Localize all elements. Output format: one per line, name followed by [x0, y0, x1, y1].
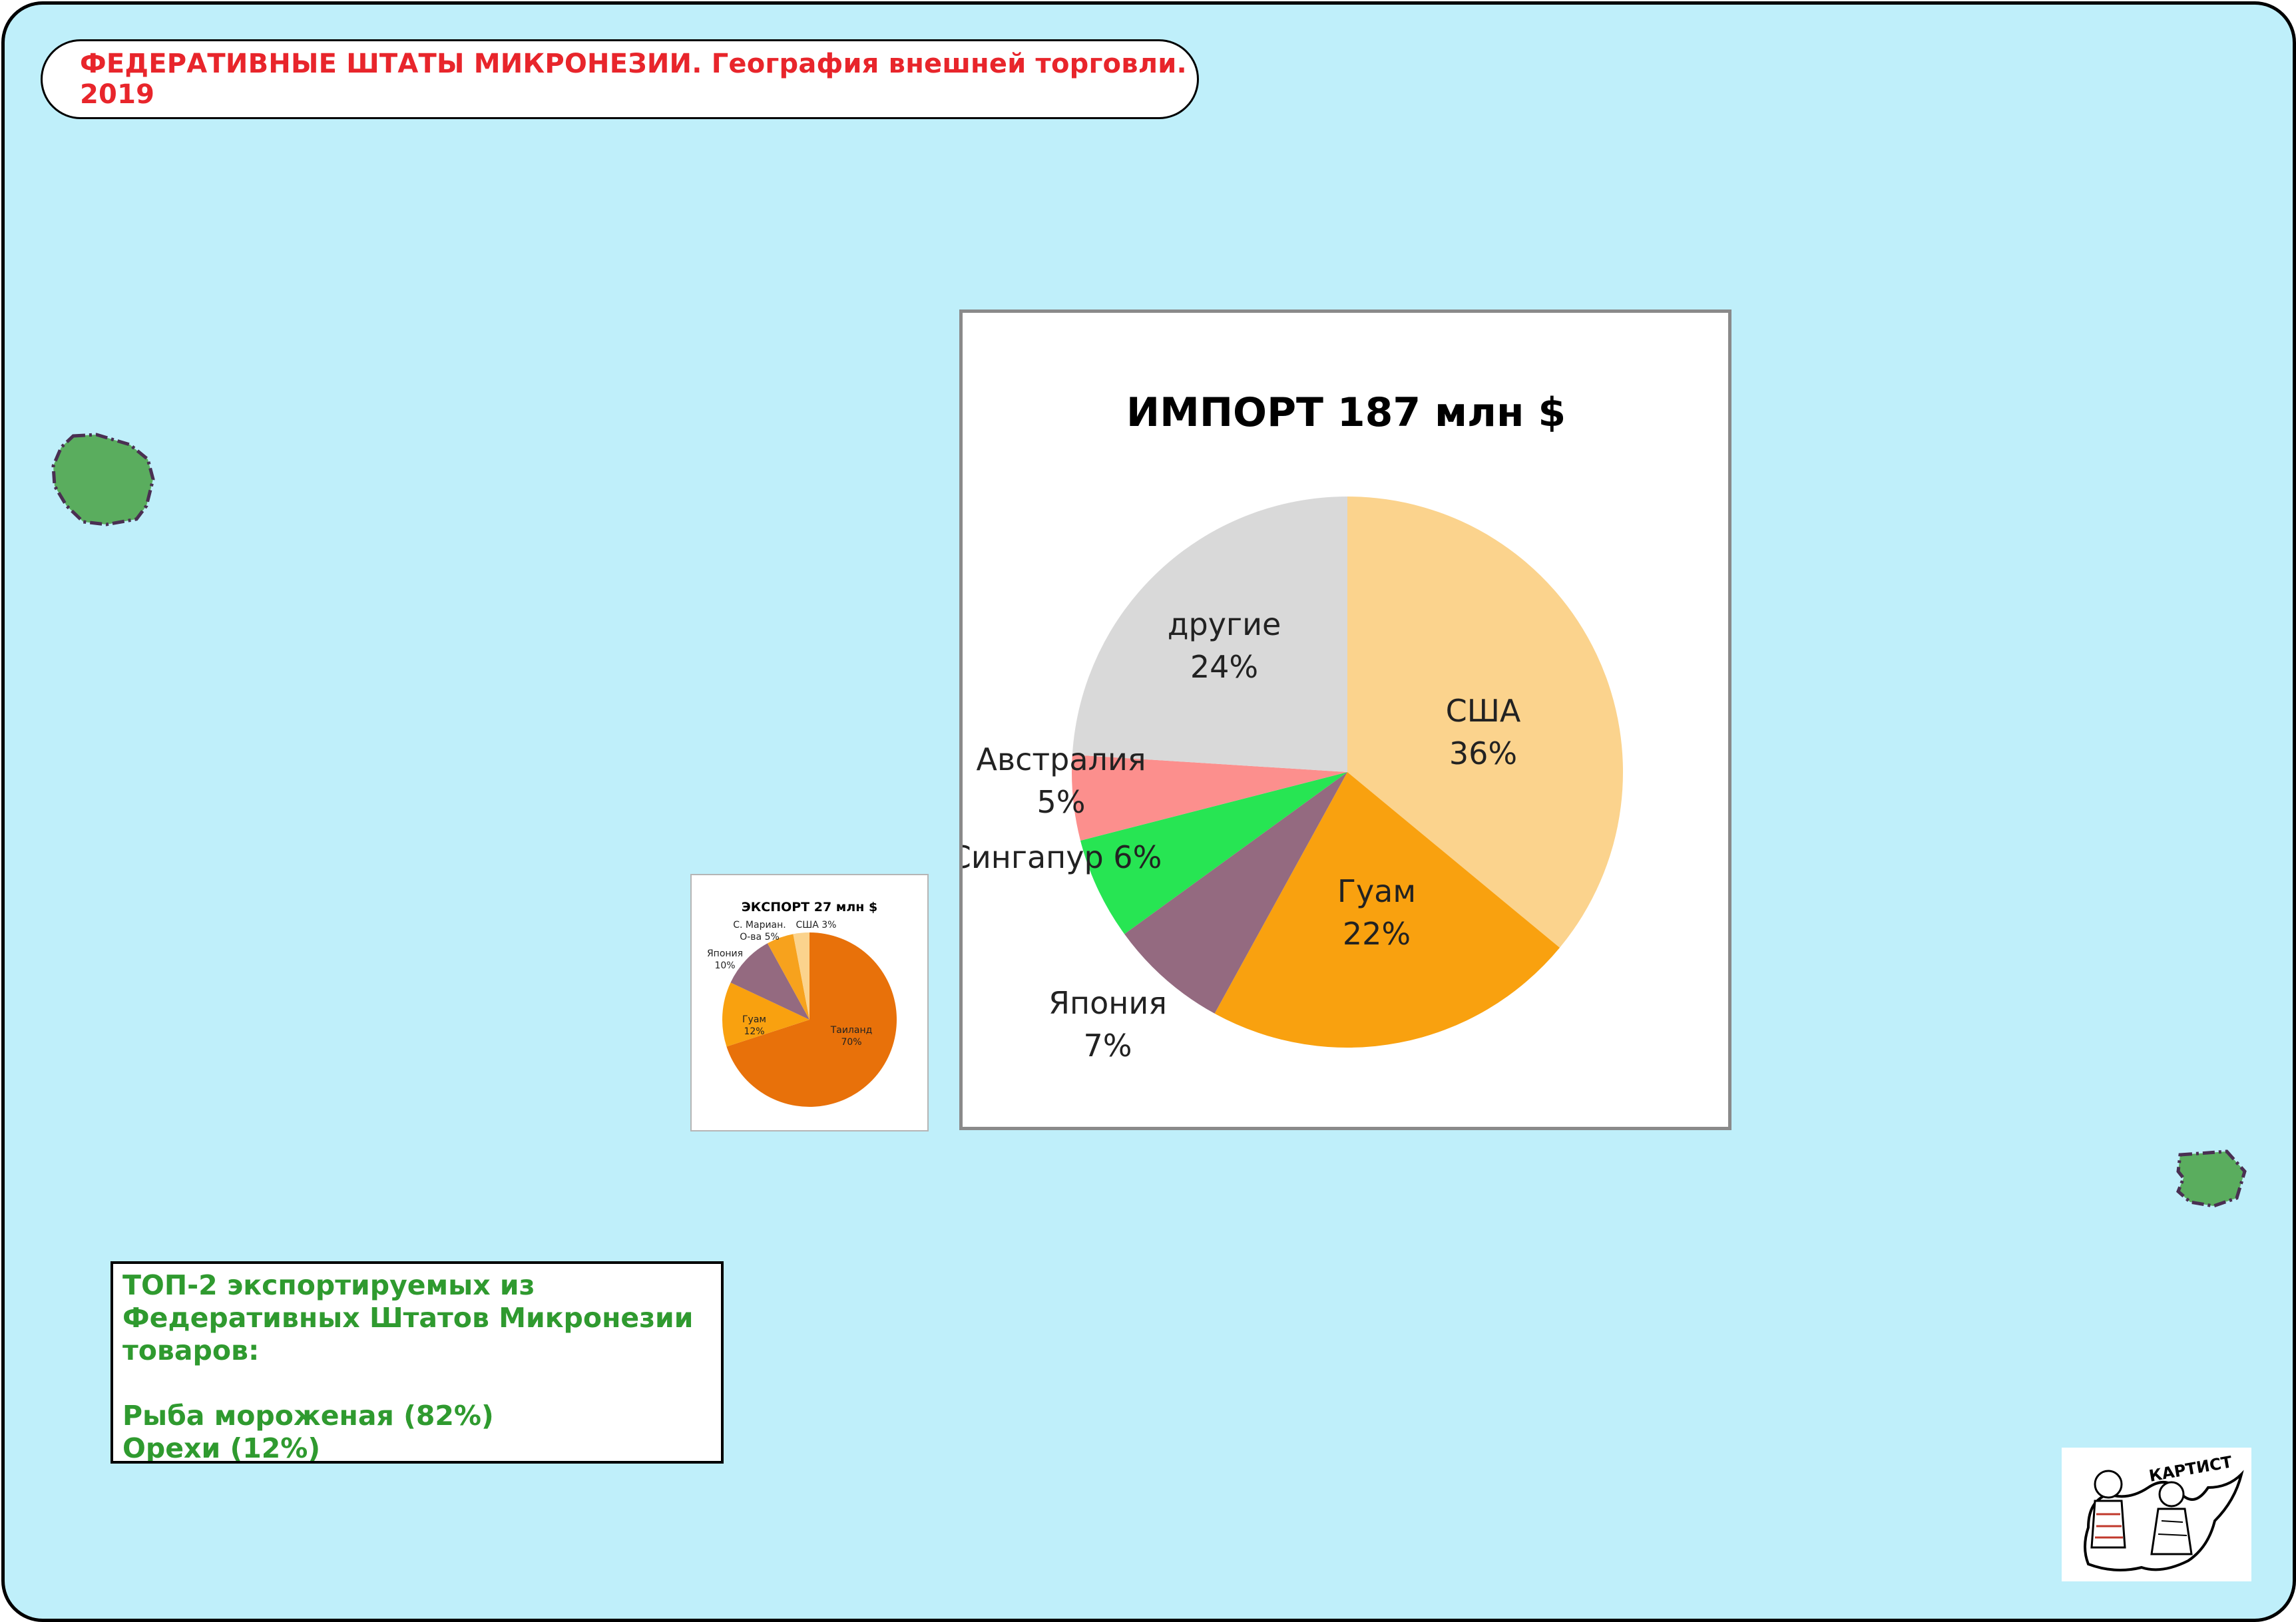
logo-figure-head-2 [2158, 1481, 2185, 1508]
logo-figure-body-2 [2150, 1508, 2193, 1555]
export-label-2: Япония 10% [707, 948, 743, 971]
kartist-logo: КАРТИСТ [2062, 1448, 2251, 1581]
export-label-4: США 3% [796, 920, 837, 930]
export-chart-panel: ЭКСПОРТ 27 млн $ Таиланд 70% Гуам 12% Япония… [690, 874, 929, 1131]
top-export-item-1: Рыба мороженая (82%) [122, 1400, 494, 1432]
export-chart-title: ЭКСПОРТ 27 млн $ [742, 900, 877, 914]
import-label-2: Япония 7% [1048, 985, 1167, 1064]
top-exports-box: ТОП-2 экспортируемых из Федеративных Шта… [111, 1261, 724, 1464]
logo-figure-head-1 [2094, 1470, 2123, 1499]
island-east [2176, 1149, 2247, 1208]
import-pie-chart: ИМПОРТ 187 млн $ США 36%Гуам 22%Япония 7%Си… [963, 389, 1623, 1064]
map-title-box: ФЕДЕРАТИВНЫЕ ШТАТЫ МИКРОНЕЗИИ. География… [41, 39, 1199, 119]
island-west [51, 433, 155, 526]
top-exports-heading-line-1: ТОП-2 экспортируемых из [122, 1269, 535, 1301]
top-exports-heading-line-2: Федеративных Штатов Микронезии [122, 1302, 694, 1334]
top-exports-heading-line-3: товаров: [122, 1334, 260, 1366]
logo-text: КАРТИСТ [2148, 1452, 2234, 1486]
map-title: ФЕДЕРАТИВНЫЕ ШТАТЫ МИКРОНЕЗИИ. География… [80, 49, 1187, 110]
export-pie-chart: ЭКСПОРТ 27 млн $ Таиланд 70%Гуам 12%Япония… [707, 900, 897, 1107]
logo-figure-body-1 [2090, 1500, 2126, 1549]
top-export-item-2: Орехи (12%) [122, 1432, 321, 1464]
export-label-3: С. Мариан. О-ва 5% [733, 920, 786, 942]
import-label-3: Сингапур 6% [963, 839, 1162, 875]
import-chart-panel: ИМПОРТ 187 млн $ США 36% Гуам 22% Япония 7% Си… [959, 309, 1731, 1130]
import-chart-title: ИМПОРТ 187 млн $ [1126, 389, 1566, 436]
